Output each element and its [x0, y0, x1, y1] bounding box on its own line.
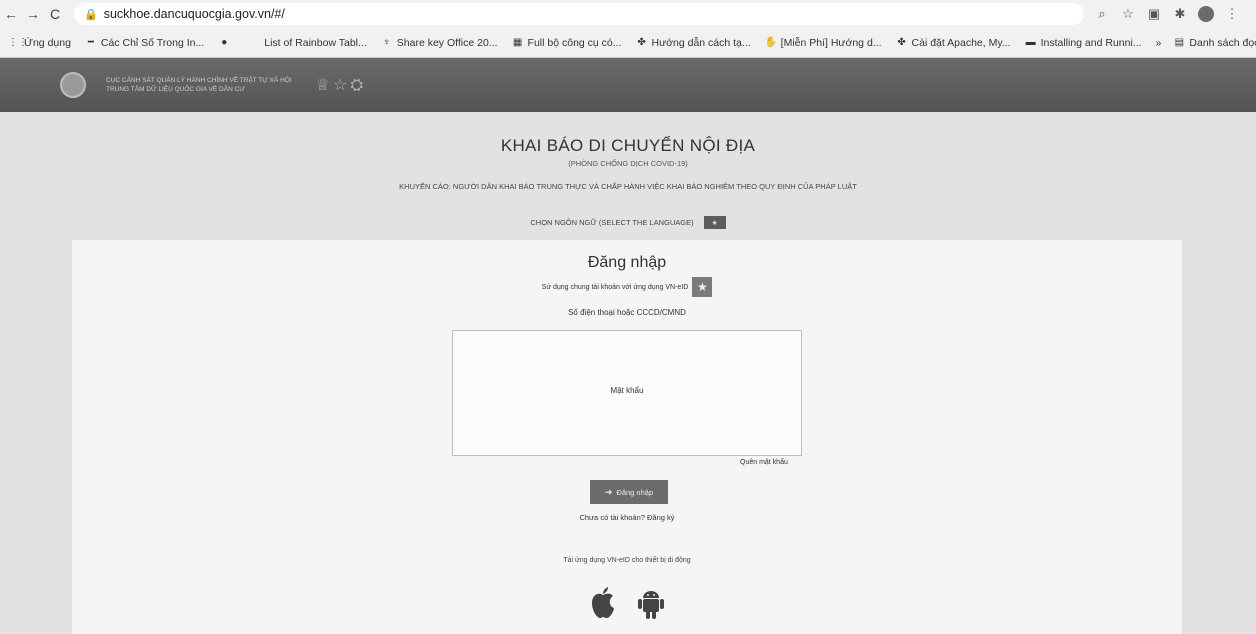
- warning-text: KHUYẾN CÁO: NGƯỜI DÂN KHAI BÁO TRUNG THỰ…: [399, 182, 857, 191]
- reload-icon[interactable]: C: [44, 6, 66, 22]
- password-label: Mật khẩu: [610, 386, 644, 395]
- page-title: KHAI BÁO DI CHUYỂN NỘI ĐỊA: [500, 136, 756, 155]
- forward-icon[interactable]: →: [22, 6, 44, 22]
- reading-list[interactable]: ▤ Danh sách đọc: [1173, 37, 1256, 49]
- bookmark-item[interactable]: ✤ Hướng dẫn cách tạ...: [636, 36, 750, 49]
- bookmarks-bar: ⋮⋮ Ứng dụng ━ Các Chỉ Số Trong In... ● Lis…: [0, 28, 1256, 58]
- zoom-icon[interactable]: ⌕: [1094, 6, 1110, 22]
- download-note: Tải ứng dụng VN-eID cho thiết bị di động: [563, 557, 691, 564]
- login-panel: Đăng nhập Sử dụng chung tài khoản với ứn…: [72, 240, 1182, 634]
- sign-in-icon: ➜: [604, 486, 613, 497]
- kotlin-icon: ✤: [897, 36, 906, 48]
- vneid-note: Sử dụng chung tài khoản với ứng dụng VN-…: [72, 277, 1182, 297]
- lock-icon: 🔒: [84, 8, 98, 21]
- android-icon[interactable]: [637, 586, 665, 620]
- url-text: suckhoe.dancuquocgia.gov.vn/#/: [103, 7, 285, 21]
- police-emblem-icon: [60, 72, 86, 98]
- page-content: KHAI BÁO DI CHUYỂN NỘI ĐỊA (PHÒNG CHỐNG …: [0, 112, 1256, 634]
- video-icon: ▬: [1025, 36, 1036, 48]
- bookmark-item[interactable]: ━ Các Chỉ Số Trong In...: [85, 37, 204, 49]
- language-selector: CHỌN NGÔN NGỮ (SELECT THE LANGUAGE) ★: [0, 216, 1256, 229]
- apps-grid-icon: ⋮⋮: [8, 36, 28, 48]
- apple-icon[interactable]: [589, 586, 617, 620]
- dash-icon: ━: [87, 36, 94, 48]
- puzzle-icon[interactable]: ✱: [1172, 6, 1188, 22]
- back-icon[interactable]: ←: [0, 6, 22, 22]
- browser-toolbar: ← → C 🔒 suckhoe.dancuquocgia.gov.vn/#/ ⌕…: [0, 0, 1256, 28]
- register-link[interactable]: Chưa có tài khoản? Đăng ký: [72, 513, 1182, 522]
- grid-icon: ▦: [512, 36, 523, 48]
- bookmark-item[interactable]: ✋ [Miễn Phí] Hướng d...: [765, 37, 882, 49]
- extension-icon[interactable]: ▣: [1146, 6, 1162, 22]
- bookmark-item[interactable]: ✤ Cài đặt Apache, My...: [896, 36, 1010, 49]
- address-bar[interactable]: 🔒 suckhoe.dancuquocgia.gov.vn/#/: [74, 3, 1084, 25]
- flag-icon[interactable]: ★: [703, 216, 726, 229]
- bookmark-item[interactable]: ⋮⋮ Ứng dụng: [8, 37, 71, 49]
- forgot-password-link[interactable]: Quên mật khẩu: [740, 459, 788, 466]
- menu-dots-icon[interactable]: ⋮: [1224, 6, 1240, 22]
- bookmark-item[interactable]: ▬ Installing and Runni...: [1025, 37, 1142, 49]
- page-subtitle: (PHÒNG CHỐNG DỊCH COVID-19): [568, 159, 688, 168]
- login-title: Đăng nhập: [587, 254, 667, 271]
- reading-list-icon: ▤: [1174, 36, 1185, 48]
- login-button[interactable]: ➜ Đăng nhập: [590, 480, 668, 504]
- github-icon: ●: [221, 36, 228, 48]
- header-decoration-icon: ♕☆⛭: [315, 77, 367, 94]
- bookmark-item[interactable]: ♆ Share key Office 20...: [381, 37, 498, 49]
- kotlin-icon: ✤: [637, 36, 646, 48]
- profile-icon[interactable]: [1198, 6, 1214, 22]
- bookmarks-more[interactable]: »: [1156, 37, 1162, 49]
- bookmark-item[interactable]: ●: [218, 37, 234, 49]
- trophy-icon: ♆: [383, 36, 391, 48]
- id-label: Số điện thoại hoặc CCCD/CMND: [568, 308, 686, 317]
- hand-icon: ✋: [764, 36, 778, 48]
- page-icon: [248, 37, 260, 49]
- store-icons: [72, 586, 1182, 620]
- org-name: CỤC CẢNH SÁT QUẢN LÝ HÀNH CHÍNH VỀ TRẬT …: [106, 77, 292, 93]
- bookmark-item[interactable]: List of Rainbow Tabl...: [248, 37, 367, 49]
- vneid-logo-icon[interactable]: ★: [692, 277, 713, 297]
- toolbar-actions: ⌕ ☆ ▣ ✱ ⋮: [1094, 6, 1240, 22]
- bookmark-star-icon[interactable]: ☆: [1120, 6, 1136, 22]
- login-input[interactable]: Mật khẩu: [452, 330, 802, 456]
- bookmark-item[interactable]: ▦ Full bộ công cụ có...: [512, 37, 622, 49]
- site-header: CỤC CẢNH SÁT QUẢN LÝ HÀNH CHÍNH VỀ TRẬT …: [0, 58, 1256, 112]
